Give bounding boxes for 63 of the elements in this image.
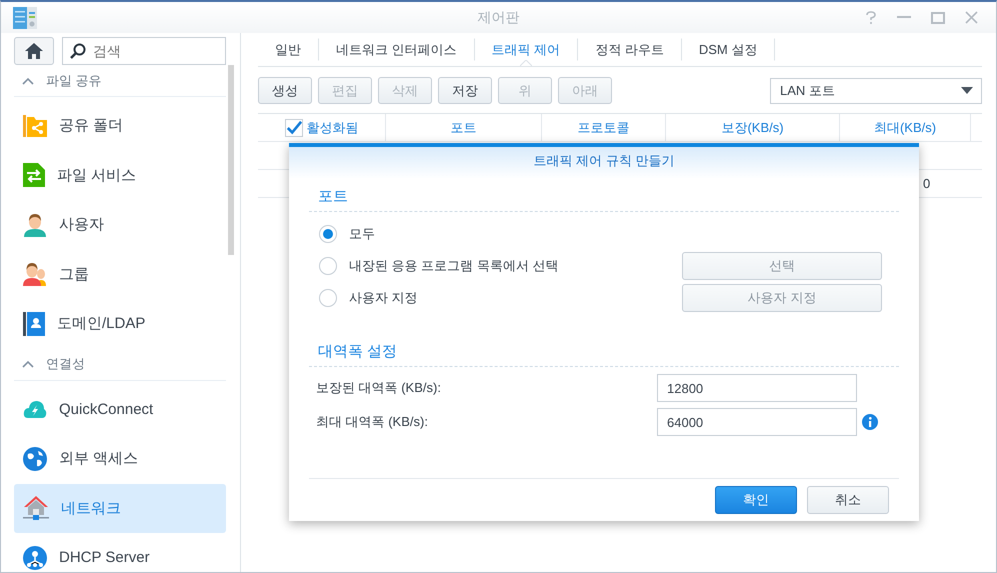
section-heading: 대역폭 설정 [309, 334, 899, 367]
tab[interactable]: 정적 라우트 [578, 33, 682, 66]
radio-button[interactable] [319, 257, 337, 275]
id-card-icon [23, 312, 45, 336]
tab[interactable]: 트래픽 제어 [474, 33, 578, 66]
minimize-icon[interactable] [897, 16, 911, 19]
toolbar-button[interactable]: 저장 [438, 77, 492, 104]
search-field[interactable]: 검색 [62, 37, 226, 65]
collapse-caret-icon[interactable] [22, 360, 34, 368]
maximize-icon[interactable] [931, 12, 945, 24]
column-header[interactable]: 프로토콜 [578, 118, 630, 136]
shared-folder-icon [23, 114, 47, 137]
radio-button[interactable] [319, 289, 337, 307]
input-field[interactable]: 64000 [657, 408, 857, 436]
dialog-title: 트래픽 제어 규칙 만들기 [289, 147, 919, 179]
sidebar-item[interactable]: 그룹 [14, 250, 226, 299]
sidebar-item[interactable]: 파일 서비스 [14, 150, 226, 200]
network-nodes-icon [23, 546, 47, 570]
tab[interactable]: 네트워크 인터페이스 [319, 33, 475, 66]
file-transfer-icon [23, 163, 45, 188]
control-panel-icon [13, 6, 37, 28]
close-icon[interactable] [965, 11, 978, 24]
collapse-caret-icon[interactable] [22, 76, 34, 84]
column-header[interactable]: 최대(KB/s) [874, 118, 936, 136]
radio-label[interactable]: 사용자 지정 [349, 289, 418, 307]
radio-label[interactable]: 모두 [349, 225, 375, 243]
section-title: 파일 공유 [46, 72, 102, 90]
tab[interactable]: 일반 [258, 33, 319, 66]
cloud-icon [23, 399, 47, 420]
sidebar-item[interactable]: QuickConnect [14, 384, 226, 434]
column-header[interactable]: 활성화됨 [306, 118, 358, 136]
info-icon[interactable] [862, 414, 878, 430]
radio-button[interactable] [319, 225, 337, 243]
group-icon [23, 262, 47, 286]
dropdown-caret-icon [961, 87, 973, 94]
port-dropdown[interactable]: LAN 포트 [770, 78, 982, 104]
table-cell: 0 [923, 176, 930, 191]
network-house-icon [23, 495, 49, 522]
window-title: 제어판 [476, 8, 520, 26]
sidebar-item[interactable]: 공유 폴더 [14, 101, 226, 150]
help-icon[interactable] [865, 10, 877, 24]
globe-icon [23, 446, 47, 471]
checkbox[interactable] [284, 118, 302, 136]
radio-label[interactable]: 내장된 응용 프로그램 목록에서 선택 [349, 257, 558, 275]
search-icon [70, 43, 86, 59]
field-label: 보장된 대역폭 (KB/s): [316, 379, 442, 397]
column-header[interactable]: 포트 [450, 118, 476, 136]
dialog-button[interactable]: 취소 [807, 486, 889, 514]
column-header[interactable]: 보장(KB/s) [721, 118, 784, 136]
home-icon [25, 43, 43, 59]
input-field[interactable]: 12800 [657, 374, 857, 402]
field-label: 최대 대역폭 (KB/s): [316, 413, 429, 431]
sidebar-item[interactable]: 외부 액세스 [14, 434, 226, 484]
section-title: 연결성 [46, 355, 85, 373]
user-icon [23, 212, 47, 237]
section-heading: 포트 [309, 179, 899, 212]
home-button[interactable] [14, 37, 54, 65]
scrollbar-thumb[interactable] [228, 65, 234, 255]
sidebar-item[interactable]: 도메인/LDAP [14, 299, 226, 348]
tab[interactable]: DSM 설정 [682, 33, 776, 66]
toolbar-button[interactable]: 생성 [258, 77, 312, 104]
sidebar-item[interactable]: DHCP Server [14, 533, 226, 572]
sidebar-item[interactable]: 사용자 [14, 200, 226, 250]
